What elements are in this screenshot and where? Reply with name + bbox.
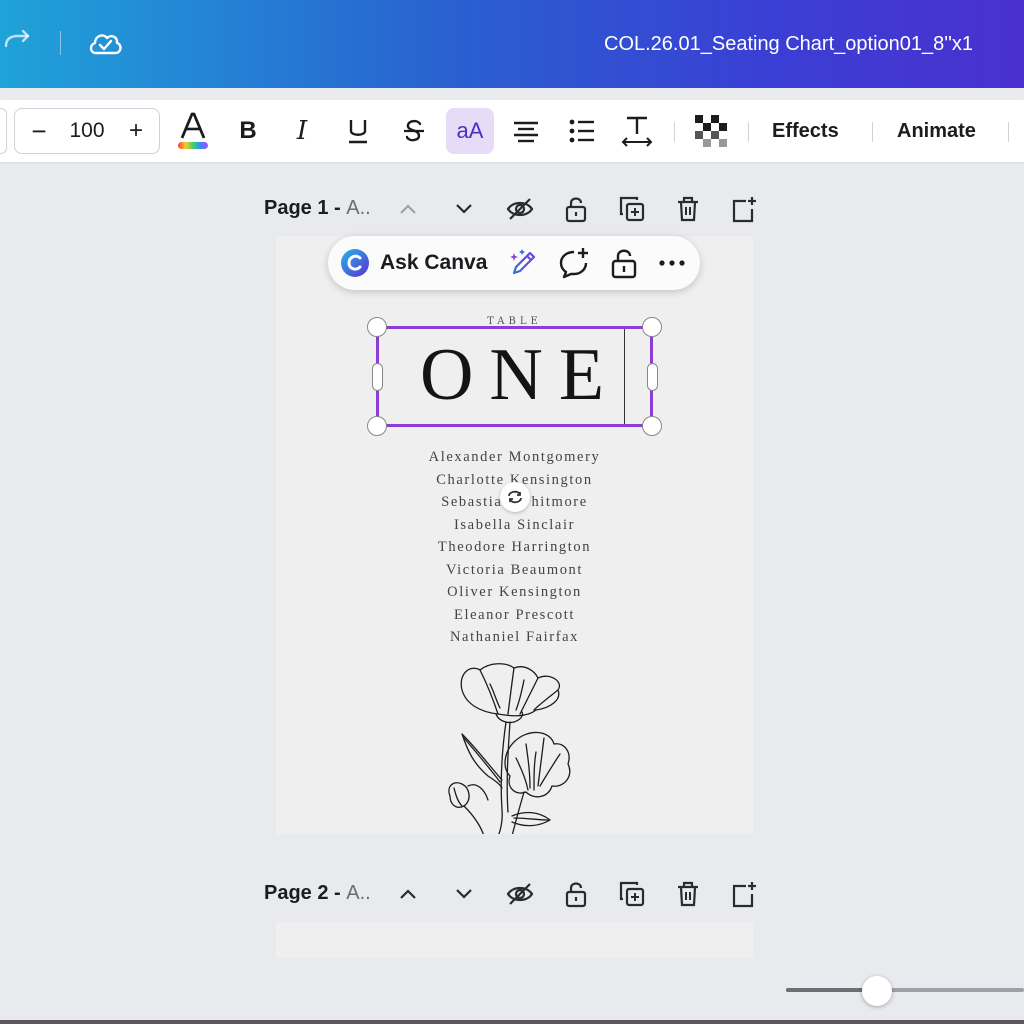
header-divider — [60, 31, 61, 55]
text-toolbar: − 100 + B I aA Effects Animate — [0, 100, 1024, 162]
guest-name: Alexander Montgomery — [428, 449, 601, 465]
add-page-icon[interactable] — [730, 195, 758, 223]
transparency-icon — [695, 115, 727, 147]
lock-element-icon[interactable] — [608, 247, 640, 279]
bottom-border — [0, 1020, 1024, 1024]
redo-icon[interactable] — [2, 26, 34, 58]
guest-name: Eleanor Prescott — [453, 606, 576, 623]
move-page-down-icon[interactable] — [450, 880, 478, 908]
move-page-down-icon[interactable] — [450, 195, 478, 223]
effects-button[interactable]: Effects — [772, 120, 839, 143]
guest-list[interactable]: Alexander Montgomery Charlotte Kensingto… — [276, 446, 753, 649]
more-options-icon[interactable] — [656, 247, 688, 279]
toolbar-separator — [674, 122, 675, 142]
strikethrough-button[interactable] — [398, 108, 430, 154]
top-header: COL.26.01_Seating Chart_option01_8''x1 — [0, 0, 1024, 88]
resize-handle-right[interactable] — [647, 363, 658, 391]
decrease-font-size-button[interactable]: − — [28, 113, 50, 149]
bold-button[interactable]: B — [232, 108, 264, 154]
transparency-button[interactable] — [692, 108, 730, 154]
text-color-button[interactable] — [176, 112, 210, 152]
context-toolbar: Ask Canva — [328, 236, 700, 290]
page-1-title[interactable]: Page 1 - A.. — [264, 197, 371, 220]
guest-name: Isabella Sinclair — [453, 516, 575, 533]
letter-case-button[interactable]: aA — [446, 108, 494, 154]
underline-icon — [349, 120, 367, 144]
text-spacing-icon — [621, 116, 653, 147]
lock-page-icon[interactable] — [562, 195, 590, 223]
resize-handle-top-right[interactable] — [642, 317, 662, 337]
guest-name: Theodore Harrington — [437, 539, 592, 555]
text-color-icon — [178, 112, 208, 149]
font-family-dropdown[interactable] — [0, 108, 7, 154]
rotate-handle[interactable] — [500, 482, 530, 512]
guest-name: Oliver Kensington — [447, 584, 582, 600]
strikethrough-icon — [404, 119, 424, 142]
page-1-canvas[interactable]: TABLE ONE Alexander Montgomery Charlotte… — [276, 236, 753, 834]
animate-button[interactable]: Animate — [897, 120, 976, 143]
duplicate-page-icon[interactable] — [618, 880, 646, 908]
lock-page-icon[interactable] — [562, 880, 590, 908]
italic-button[interactable]: I — [286, 108, 318, 154]
resize-handle-left[interactable] — [372, 363, 383, 391]
delete-page-icon[interactable] — [674, 195, 702, 223]
text-align-button[interactable] — [510, 108, 542, 154]
canva-logo-icon[interactable] — [340, 248, 370, 278]
page-2-header: Page 2 - A.. — [264, 877, 764, 911]
poppy-flower-illustration[interactable] — [440, 660, 590, 834]
page-2-title[interactable]: Page 2 - A.. — [264, 882, 371, 905]
hide-page-icon[interactable] — [506, 195, 534, 223]
toolbar-separator — [748, 122, 749, 142]
resize-handle-bottom-right[interactable] — [642, 416, 662, 436]
move-page-up-icon[interactable] — [394, 195, 422, 223]
bullet-list-icon — [569, 119, 594, 143]
document-title[interactable]: COL.26.01_Seating Chart_option01_8''x1 — [604, 33, 973, 56]
magic-edit-icon[interactable] — [508, 247, 540, 279]
guest-name: Nathaniel Fairfax — [449, 629, 580, 645]
add-comment-icon[interactable] — [558, 247, 590, 279]
rotate-icon — [508, 490, 522, 504]
selection-box — [376, 326, 653, 427]
page-2-canvas[interactable] — [276, 922, 753, 958]
increase-font-size-button[interactable]: + — [124, 113, 148, 149]
toolbar-separator — [872, 122, 873, 142]
cloud-saved-icon[interactable] — [86, 26, 124, 60]
zoom-slider-handle[interactable] — [862, 976, 892, 1006]
ask-canva-button[interactable]: Ask Canva — [380, 251, 487, 275]
underline-button[interactable] — [342, 108, 374, 154]
align-center-icon — [514, 121, 538, 143]
delete-page-icon[interactable] — [674, 880, 702, 908]
spacing-button[interactable] — [620, 108, 654, 154]
duplicate-page-icon[interactable] — [618, 195, 646, 223]
move-page-up-icon[interactable] — [394, 880, 422, 908]
guest-name: Victoria Beaumont — [445, 561, 584, 578]
resize-handle-bottom-left[interactable] — [367, 416, 387, 436]
page-1-header: Page 1 - A.. — [264, 192, 764, 226]
add-page-icon[interactable] — [730, 880, 758, 908]
list-button[interactable] — [566, 108, 598, 154]
hide-page-icon[interactable] — [506, 880, 534, 908]
resize-handle-top-left[interactable] — [367, 317, 387, 337]
font-size-input[interactable]: 100 — [60, 113, 114, 149]
toolbar-separator — [1008, 122, 1009, 142]
